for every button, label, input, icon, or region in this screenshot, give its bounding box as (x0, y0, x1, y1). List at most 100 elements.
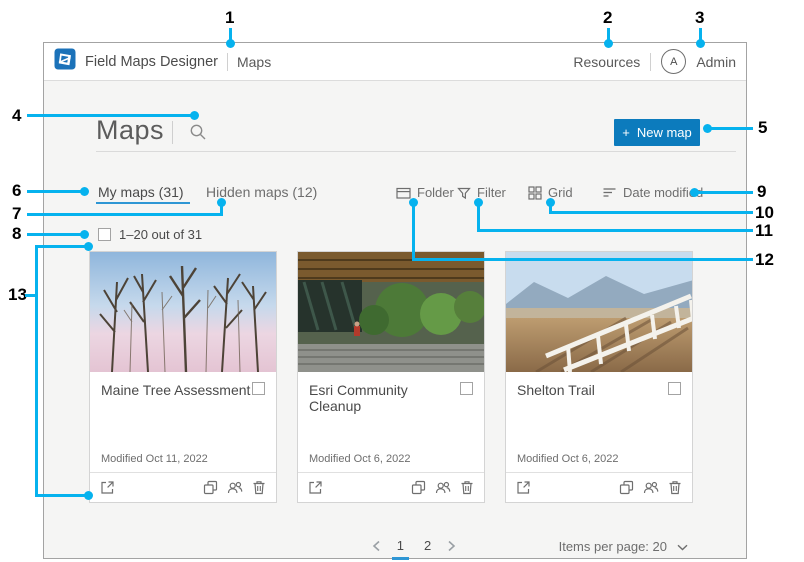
sort-icon (602, 186, 617, 199)
app-header: Field Maps Designer Maps Resources A Adm… (44, 43, 746, 81)
callout-dot (604, 39, 613, 48)
screenshot-stage: Field Maps Designer Maps Resources A Adm… (0, 0, 804, 562)
callout-number-2: 2 (603, 8, 612, 28)
search-icon[interactable] (188, 122, 208, 142)
select-all-checkbox[interactable] (98, 228, 111, 241)
header-divider (227, 53, 228, 71)
grid-icon (528, 186, 542, 200)
sort-button[interactable]: Date modified (602, 185, 703, 200)
card-modified-date: Modified Oct 6, 2022 (309, 453, 411, 465)
callout-dot (226, 39, 235, 48)
callout-line (27, 233, 81, 236)
chevron-right-icon[interactable] (447, 540, 456, 552)
callout-number-5: 5 (758, 118, 767, 138)
callout-number-12: 12 (755, 250, 774, 270)
user-menu[interactable]: Admin (696, 54, 736, 70)
delete-icon[interactable] (252, 480, 266, 495)
callout-dot (190, 111, 199, 120)
callout-number-9: 9 (757, 182, 766, 202)
callout-line (697, 191, 753, 194)
new-map-label: New map (637, 125, 692, 140)
callout-line (412, 258, 753, 261)
callout-dot (80, 187, 89, 196)
map-thumbnail-trail[interactable] (506, 252, 692, 372)
callout-line (27, 213, 223, 216)
page-1[interactable]: 1 (393, 536, 408, 555)
map-card-esri-community-cleanup[interactable]: Esri Community Cleanup Modified Oct 6, 2… (297, 251, 485, 503)
hero-rule (96, 151, 736, 152)
card-checkbox[interactable] (668, 382, 681, 395)
app-title: Field Maps Designer (85, 54, 218, 70)
map-thumbnail-building[interactable] (298, 252, 484, 372)
duplicate-icon[interactable] (411, 480, 426, 495)
duplicate-icon[interactable] (619, 480, 634, 495)
card-modified-date: Modified Oct 11, 2022 (101, 453, 208, 465)
callout-line (477, 229, 753, 232)
active-tab-underline (96, 202, 190, 204)
delete-icon[interactable] (668, 480, 682, 495)
pagination: 1 2 (344, 536, 484, 555)
filter-button[interactable]: Filter (457, 185, 506, 200)
callout-number-11: 11 (755, 221, 773, 241)
card-checkbox[interactable] (252, 382, 265, 395)
callout-dot (696, 39, 705, 48)
callout-line (477, 204, 480, 232)
chevron-left-icon[interactable] (372, 540, 381, 552)
map-card-shelton-trail[interactable]: Shelton Trail Modified Oct 6, 2022 (505, 251, 693, 503)
card-title: Shelton Trail (517, 382, 595, 398)
callout-dot (84, 242, 93, 251)
callout-number-3: 3 (695, 8, 704, 28)
card-title: Esri Community Cleanup (309, 382, 460, 414)
folder-button[interactable]: Folder (396, 185, 454, 200)
selection-count: 1–20 out of 31 (119, 227, 202, 242)
selection-row: 1–20 out of 31 (98, 227, 202, 242)
filter-label: Filter (477, 185, 506, 200)
card-checkbox[interactable] (460, 382, 473, 395)
page-title: Maps (96, 115, 164, 146)
share-group-icon[interactable] (227, 480, 243, 495)
nav-resources[interactable]: Resources (573, 54, 640, 70)
nav-maps[interactable]: Maps (237, 54, 271, 70)
callout-line (35, 245, 38, 497)
callout-dot (84, 491, 93, 500)
callout-line (27, 114, 191, 117)
callout-number-4: 4 (12, 106, 21, 126)
app-window: Field Maps Designer Maps Resources A Adm… (43, 42, 747, 559)
chevron-down-icon (677, 539, 688, 554)
callout-dot (217, 198, 226, 207)
card-title: Maine Tree Assessment (101, 382, 250, 398)
new-map-button[interactable]: + New map (614, 119, 700, 146)
folder-label: Folder (417, 185, 454, 200)
callout-line (412, 204, 415, 261)
open-map-icon[interactable] (516, 480, 531, 495)
open-map-icon[interactable] (100, 480, 115, 495)
share-group-icon[interactable] (643, 480, 659, 495)
header-divider-right (650, 53, 651, 71)
map-thumbnail-trees[interactable] (90, 252, 276, 372)
filter-icon (457, 186, 471, 200)
callout-line (27, 190, 81, 193)
callout-number-6: 6 (12, 181, 21, 201)
tab-my-maps[interactable]: My maps (31) (98, 184, 184, 200)
share-group-icon[interactable] (435, 480, 451, 495)
avatar[interactable]: A (661, 49, 686, 74)
items-per-page-label: Items per page: 20 (559, 539, 667, 554)
duplicate-icon[interactable] (203, 480, 218, 495)
card-modified-date: Modified Oct 6, 2022 (517, 453, 619, 465)
callout-line (549, 211, 753, 214)
esri-logo (54, 48, 76, 75)
delete-icon[interactable] (460, 480, 474, 495)
page-2[interactable]: 2 (420, 536, 435, 555)
callout-line (710, 127, 753, 130)
callout-line (35, 494, 86, 497)
items-per-page-select[interactable]: Items per page: 20 (559, 539, 688, 554)
open-map-icon[interactable] (308, 480, 323, 495)
map-card-maine-tree-assessment[interactable]: Maine Tree Assessment Modified Oct 11, 2… (89, 251, 277, 503)
callout-number-8: 8 (12, 224, 21, 244)
folder-icon (396, 186, 411, 200)
callout-dot (80, 230, 89, 239)
plus-icon: + (622, 125, 630, 140)
callout-number-10: 10 (755, 203, 774, 223)
callout-number-7: 7 (12, 204, 21, 224)
title-divider (172, 121, 173, 144)
